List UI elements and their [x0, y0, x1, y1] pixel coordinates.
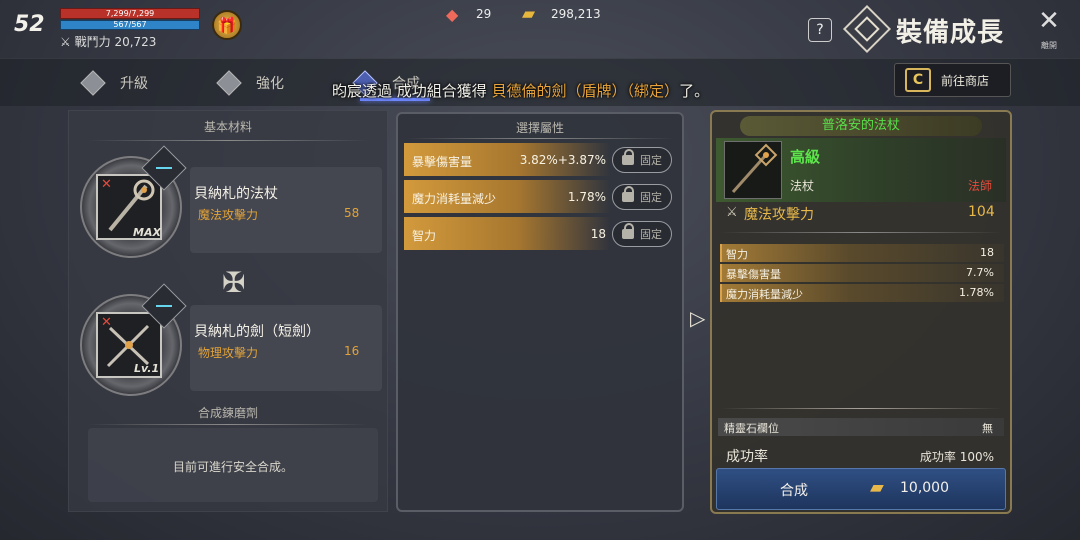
combine-stone-title: 合成鍊磨劑: [197, 406, 258, 420]
mp-text: 567/567: [113, 20, 147, 29]
combat-power-label: 戰鬥力: [74, 35, 111, 49]
socket-value: 無: [982, 422, 993, 435]
divider: [88, 424, 368, 425]
divider: [720, 232, 1002, 233]
lock-label: 固定: [640, 154, 662, 167]
close-label[interactable]: 離開: [1030, 40, 1068, 51]
system-notification: 昀宸透過 成功組合獲得 貝德倫的劍（盾牌）（綁定）了。: [332, 80, 709, 101]
attribute-value: 3.82%+3.87%: [519, 153, 606, 167]
material-stat-1: 魔法攻擊力: [198, 208, 259, 222]
gold-icon: ▰: [522, 4, 536, 24]
item-grade: 高級: [790, 148, 821, 166]
result-attribute-name: 智力: [726, 248, 748, 261]
go-to-shop-button[interactable]: C 前往商店: [894, 63, 1011, 97]
notification-suffix: 了。: [679, 82, 710, 100]
combine-button-label[interactable]: 合成: [780, 480, 808, 500]
main-stat-value: 104: [968, 204, 995, 220]
result-attribute-value: 7.7%: [966, 266, 994, 279]
enhance-icon: [216, 70, 242, 96]
lock-button[interactable]: 固定: [612, 221, 672, 247]
divider: [88, 140, 368, 141]
lock-icon: [622, 223, 634, 239]
result-staff-icon[interactable]: [724, 141, 782, 199]
combine-cost[interactable]: 10,000: [900, 480, 949, 496]
safe-combine-text: 目前可進行安全合成。: [172, 460, 293, 474]
success-rate-value: 成功率 100%: [919, 450, 994, 464]
combat-power: ⚔ 戰鬥力 20,723: [60, 33, 156, 50]
result-attribute-name: 魔力消耗量減少: [726, 288, 803, 301]
dash-icon: [156, 167, 172, 169]
tab-upgrade[interactable]: 升級: [80, 70, 148, 96]
notification-item: 貝德倫的劍（盾牌）（綁定）: [491, 82, 680, 100]
gem-count: 29: [476, 7, 492, 21]
sword-icon: ⚔: [726, 205, 738, 220]
material-badge-1: MAX: [133, 226, 161, 239]
lock-label: 固定: [640, 191, 662, 204]
material-name-1: 貝納札的法杖: [194, 186, 278, 202]
combine-button[interactable]: [716, 468, 1006, 510]
close-icon[interactable]: ✕: [1036, 8, 1062, 34]
upgrade-icon: [80, 70, 106, 96]
go-to-shop-label: 前往商店: [941, 73, 990, 88]
result-attribute-value: 1.78%: [959, 286, 994, 299]
main-stat-label: 魔法攻擊力: [744, 207, 814, 223]
divider: [406, 138, 674, 139]
lock-label: 固定: [640, 228, 662, 241]
tab-enhance-label: 強化: [256, 76, 284, 92]
attribute-name: 暴擊傷害量: [412, 155, 473, 169]
lock-button[interactable]: 固定: [612, 147, 672, 173]
lock-icon: [622, 149, 634, 165]
material-value-1: 58: [344, 206, 360, 220]
lock-button[interactable]: 固定: [612, 184, 672, 210]
hp-text: 7,299/7,299: [105, 9, 155, 18]
item-class: 法師: [968, 179, 993, 193]
gift-icon[interactable]: 🎁: [212, 10, 242, 40]
sword-icon: ⚔: [60, 35, 71, 49]
material-name-2: 貝納札的劍（短劍）: [194, 324, 320, 340]
result-attribute-name: 暴擊傷害量: [726, 268, 781, 281]
remove-icon[interactable]: ✕: [101, 315, 112, 330]
gold-count: 298,213: [551, 7, 601, 21]
help-button[interactable]: ?: [808, 18, 832, 42]
socket-label: 精靈石欄位: [724, 422, 779, 435]
divider: [720, 408, 1002, 409]
tab-enhance[interactable]: 強化: [216, 70, 284, 96]
shop-icon: C: [905, 68, 931, 92]
gem-icon: ◆: [446, 5, 459, 24]
result-item-name: 普洛安的法杖: [821, 118, 900, 133]
attribute-value: 1.78%: [567, 190, 606, 204]
attribute-name: 智力: [412, 229, 437, 243]
select-attributes-title: 選擇屬性: [515, 121, 564, 135]
arrow-right-icon: ▷: [690, 306, 706, 330]
result-attribute-value: 18: [980, 246, 994, 259]
success-rate-label: 成功率: [726, 449, 768, 465]
lock-icon: [622, 186, 634, 202]
attribute-value: 18: [590, 227, 606, 241]
combine-cross-icon: ✠: [222, 266, 246, 299]
tab-upgrade-label: 升級: [120, 76, 148, 92]
item-type: 法杖: [790, 179, 815, 193]
remove-icon[interactable]: ✕: [101, 177, 112, 192]
page-title: 裝備成長: [896, 18, 1005, 48]
combat-power-value: 20,723: [114, 35, 157, 49]
dash-icon: [156, 305, 172, 307]
gold-icon: ▰: [870, 477, 884, 498]
player-level: 52: [14, 12, 45, 37]
material-value-2: 16: [344, 344, 360, 358]
material-stat-2: 物理攻擊力: [198, 346, 259, 360]
base-materials-title: 基本材料: [203, 120, 252, 134]
material-badge-2: Lv.1: [134, 362, 160, 375]
notification-prefix: 昀宸透過 成功組合獲得: [332, 82, 492, 100]
